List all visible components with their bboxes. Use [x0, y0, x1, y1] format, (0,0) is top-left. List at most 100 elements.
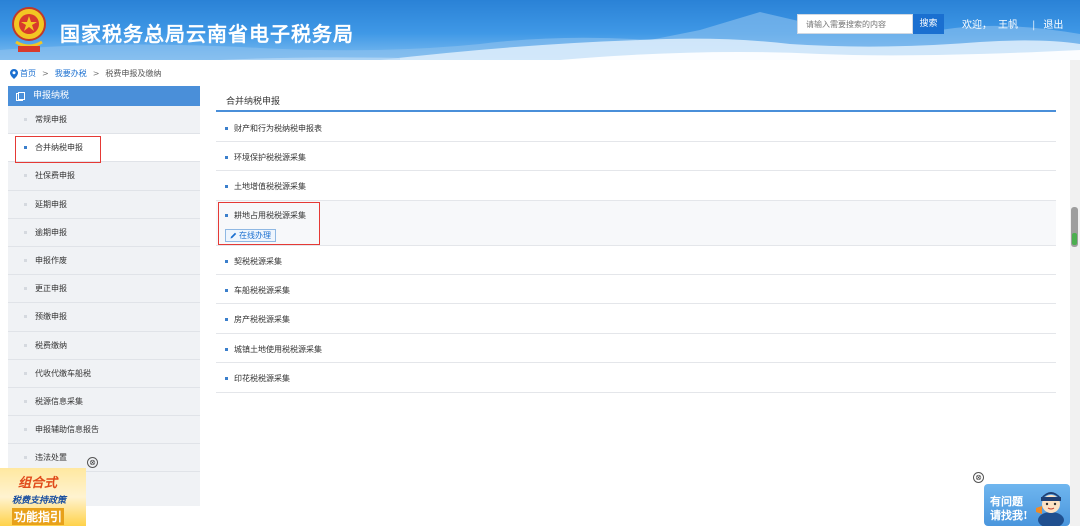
tax-emblem-icon: [12, 7, 46, 52]
bullet-icon: [225, 318, 228, 321]
document-icon: [16, 91, 25, 101]
list-item-environmental-tax[interactable]: 环境保护税税源采集: [216, 142, 1056, 171]
bullet-icon: [225, 156, 228, 159]
sidebar-item-label: 常规申报: [35, 115, 67, 125]
sidebar-item-label: 延期申报: [35, 199, 67, 209]
list-item-content: 环境保护税税源采集: [225, 152, 306, 163]
list-item-label[interactable]: 土地增值税税源采集: [234, 181, 306, 192]
location-pin-icon: [10, 68, 18, 79]
list-item-content: 财产和行为税纳税申报表: [225, 123, 322, 134]
list-item-property-behavior-tax[interactable]: 财产和行为税纳税申报表: [216, 113, 1056, 142]
list-item-property-tax[interactable]: 房产税税源采集: [216, 304, 1056, 334]
list-item-content: 土地增值税税源采集: [225, 181, 306, 192]
sidebar-header-label: 申报纳税: [33, 91, 70, 101]
welcome-text: 欢迎，: [962, 20, 992, 31]
list-item-content: 车船税税源采集: [225, 285, 290, 296]
list-item-stamp-tax[interactable]: 印花税税源采集: [216, 363, 1056, 393]
list-item-urban-land-use-tax[interactable]: 城镇土地使用税税源采集: [216, 334, 1056, 363]
list-item-farmland-occupation-tax[interactable]: 耕地占用税税源采集 在线办理: [216, 201, 1056, 246]
site-title: 国家税务总局云南省电子税务局: [60, 22, 354, 46]
list-item-label[interactable]: 契税税源采集: [234, 256, 282, 267]
vertical-scrollbar[interactable]: [1070, 60, 1080, 526]
sidebar-item-label: 税源信息采集: [35, 396, 83, 406]
username-link[interactable]: 王帆: [998, 20, 1018, 31]
sidebar-item-label: 更正申报: [35, 284, 67, 294]
sidebar-item-prepayment-filing[interactable]: 预缴申报: [8, 303, 200, 332]
sidebar-item-label: 社保费申报: [35, 171, 75, 181]
policy-line1: 组合式: [18, 476, 58, 491]
logout-link[interactable]: 退出: [1043, 20, 1063, 31]
policy-line2: 税费支持政策: [12, 496, 67, 506]
selected-item-highlight: [218, 202, 320, 245]
bullet-icon: [24, 399, 27, 403]
sidebar-item-tax-source-collection[interactable]: 税源信息采集: [8, 388, 200, 417]
bullet-icon: [24, 343, 27, 347]
list-item-label[interactable]: 城镇土地使用税税源采集: [234, 344, 322, 355]
bullet-icon: [225, 185, 228, 188]
bullet-icon: [24, 202, 27, 206]
list-item-label[interactable]: 车船税税源采集: [234, 285, 290, 296]
site-header: 国家税务总局云南省电子税务局 搜索 欢迎， 王帆 | 退出: [0, 0, 1080, 60]
bullet-icon: [225, 127, 228, 130]
list-item-content: 房产税税源采集: [225, 314, 290, 325]
sidebar-item-regular-filing[interactable]: 常规申报: [8, 106, 200, 135]
sidebar-item-extension-filing[interactable]: 延期申报: [8, 191, 200, 219]
help-widget[interactable]: 有问题 请找我!: [984, 484, 1070, 526]
scrollbar-grip-icon: [1072, 233, 1077, 245]
help-line2: 请找我!: [990, 509, 1028, 522]
sidebar-item-social-insurance[interactable]: 社保费申报: [8, 162, 200, 191]
breadcrumb-separator: >: [42, 69, 49, 78]
bullet-icon: [24, 259, 27, 263]
bullet-icon: [24, 118, 27, 122]
sidebar-item-auxiliary-report[interactable]: 申报辅助信息报告: [8, 416, 200, 445]
bullet-icon: [24, 428, 27, 432]
bullet-icon: [24, 174, 27, 178]
list-item-label[interactable]: 财产和行为税纳税申报表: [234, 123, 322, 134]
breadcrumb: 首页 > 我要办税 > 税费申报及缴纳: [10, 68, 161, 79]
sidebar-item-label: 逾期申报: [35, 227, 67, 237]
breadcrumb-home[interactable]: 首页: [20, 68, 36, 79]
close-help-widget-icon[interactable]: ⊗: [973, 472, 984, 483]
sidebar-header[interactable]: 申报纳税: [8, 86, 200, 106]
list-item-content: 印花税税源采集: [225, 373, 290, 384]
sidebar-item-overdue-filing[interactable]: 逾期申报: [8, 219, 200, 247]
list-item-deed-tax[interactable]: 契税税源采集: [216, 246, 1056, 275]
sidebar-item-label: 预缴申报: [35, 312, 67, 322]
search-input[interactable]: [797, 14, 913, 34]
breadcrumb-current: 税费申报及缴纳: [105, 69, 162, 78]
breadcrumb-tax-services[interactable]: 我要办税: [55, 68, 87, 79]
close-policy-widget-icon[interactable]: ⊗: [87, 457, 98, 468]
list-item-label[interactable]: 印花税税源采集: [234, 373, 290, 384]
list-item-content: 契税税源采集: [225, 256, 282, 267]
user-bar: 欢迎， 王帆 | 退出: [962, 16, 1069, 31]
list-item-land-value-tax[interactable]: 土地增值税税源采集: [216, 171, 1056, 201]
policy-guide-widget[interactable]: 组合式 税费支持政策 功能指引: [0, 468, 86, 526]
page-title: 合并纳税申报: [226, 97, 281, 107]
scrollbar-thumb[interactable]: [1071, 207, 1078, 247]
sidebar-item-correct-filing[interactable]: 更正申报: [8, 275, 200, 304]
sidebar-item-label: 申报作废: [35, 256, 67, 266]
bullet-icon: [24, 287, 27, 291]
bullet-icon: [24, 315, 27, 319]
list-item-vehicle-vessel-tax[interactable]: 车船税税源采集: [216, 275, 1056, 304]
page: 国家税务总局云南省电子税务局 搜索 欢迎， 王帆 | 退出 首页 > 我要办税 > 税…: [0, 0, 1080, 526]
bullet-icon: [24, 371, 27, 375]
active-item-highlight: [15, 136, 101, 163]
bullet-icon: [225, 260, 228, 263]
list-item-label[interactable]: 环境保护税税源采集: [234, 152, 306, 163]
list-item-content: 城镇土地使用税税源采集: [225, 344, 322, 355]
list-item-label[interactable]: 房产税税源采集: [234, 314, 290, 325]
title-underline: [216, 110, 1056, 112]
bullet-icon: [225, 348, 228, 351]
sidebar-item-label: 税费缴纳: [35, 340, 67, 350]
sidebar-item-label: 代收代缴车船税: [35, 368, 91, 378]
bullet-icon: [225, 289, 228, 292]
sidebar-item-label: 申报辅助信息报告: [35, 425, 99, 435]
sidebar-item-tax-payment[interactable]: 税费缴纳: [8, 332, 200, 360]
breadcrumb-separator: >: [92, 69, 100, 78]
mascot-icon: [1036, 492, 1064, 526]
bullet-icon: [225, 377, 228, 380]
search-button[interactable]: 搜索: [913, 14, 944, 34]
sidebar-item-vehicle-tax[interactable]: 代收代缴车船税: [8, 360, 200, 388]
sidebar-item-void-filing[interactable]: 申报作废: [8, 247, 200, 276]
